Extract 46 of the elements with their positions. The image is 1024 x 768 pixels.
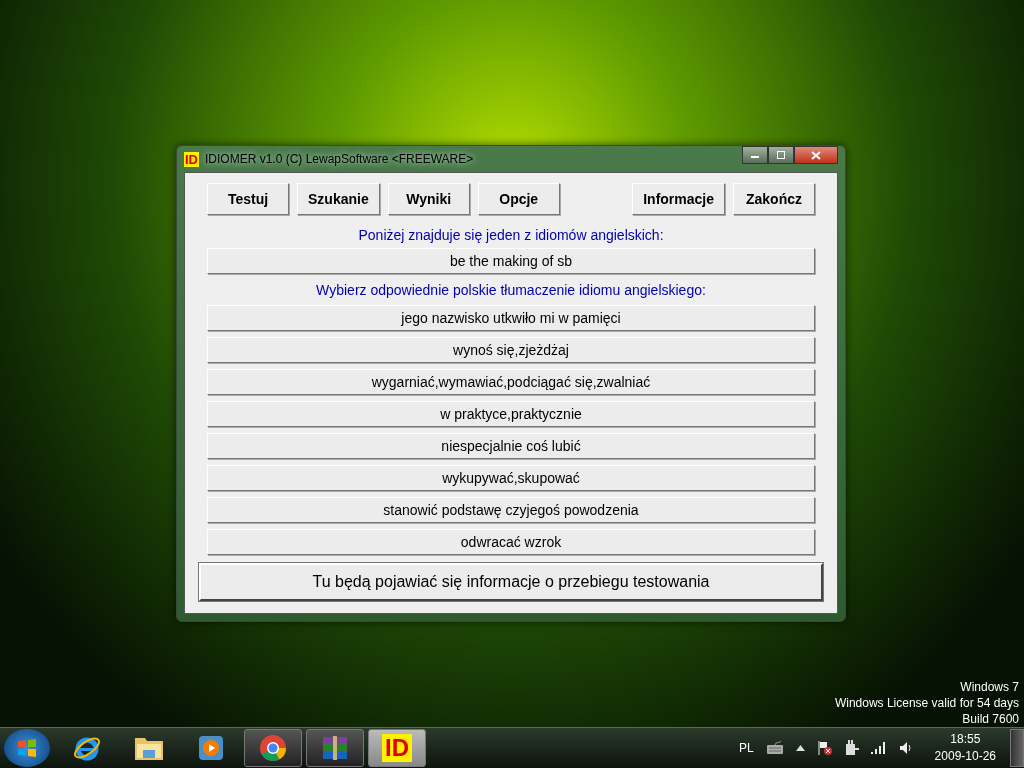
maximize-button[interactable] — [768, 146, 794, 164]
desktop-notice-text: Build 7600 — [962, 711, 1019, 727]
toolbar-button[interactable]: Szukanie — [297, 183, 380, 215]
books-stack-icon — [321, 735, 349, 761]
signal-bars-icon[interactable] — [870, 742, 887, 754]
taskbar-app-button[interactable]: ID — [368, 729, 426, 767]
close-icon — [811, 150, 821, 160]
status-button[interactable]: Tu będą pojawiać się informacje o przebiegu testowania — [199, 563, 823, 601]
language-indicator[interactable]: PL — [738, 741, 754, 755]
show-hidden-icons-icon[interactable] — [795, 745, 805, 751]
play-icon — [198, 735, 224, 761]
idiom-text: be the making of sb — [207, 248, 815, 274]
windows-logo-icon — [16, 737, 38, 759]
toolbar-button[interactable]: Wyniki — [387, 183, 470, 215]
window-title: IDIOMER v1.0 (C) LewapSoftware <FREEWARE> — [205, 152, 475, 166]
taskbar-app-button[interactable] — [306, 729, 364, 767]
app-icon: ID — [382, 734, 412, 762]
close-button[interactable] — [794, 146, 838, 164]
show-desktop-button[interactable] — [1010, 729, 1024, 767]
desktop-notice-text: Windows License valid for 54 days — [834, 695, 1019, 711]
clock[interactable]: 18:55 2009-10-26 — [928, 730, 1002, 766]
toolbar-button[interactable]: Zakończ — [733, 183, 815, 215]
answer-button[interactable]: niespecjalnie coś lubić — [207, 433, 815, 459]
keyboard-icon[interactable] — [765, 741, 784, 755]
toolbar-button[interactable]: Informacje — [632, 183, 725, 215]
power-plug-icon[interactable] — [844, 740, 859, 756]
speaker-icon[interactable] — [898, 741, 913, 755]
answer-button[interactable]: wynoś się,zjeżdżaj — [207, 337, 815, 363]
maximize-icon — [776, 151, 786, 159]
answer-button[interactable]: w praktyce,praktycznie — [207, 401, 815, 427]
browser-circle-icon — [259, 734, 287, 762]
answer-button[interactable]: jego nazwisko utkwiło mi w pamięci — [207, 305, 815, 331]
toolbar-button[interactable]: Testuj — [207, 183, 289, 215]
flag-icon[interactable] — [816, 740, 833, 756]
minimize-button[interactable] — [742, 146, 768, 164]
taskbar-app-button[interactable] — [244, 729, 302, 767]
start-button[interactable] — [4, 729, 50, 767]
answer-button[interactable]: odwracać wzrok — [207, 529, 815, 555]
app-icon: ID — [184, 151, 199, 167]
answer-button[interactable]: wygarniać,wymawiać,podciągać się,zwalniać — [207, 369, 815, 395]
answer-button[interactable]: stanowić podstawę czyjegoś powodzenia — [207, 497, 815, 523]
answer-button[interactable]: wykupywać,skupować — [207, 465, 815, 491]
desktop-notice-text: Windows 7 — [960, 679, 1019, 695]
toolbar-button[interactable]: Opcje — [477, 183, 560, 215]
prompt-text: Poniżej znajduje się jeden z idiomów angielskich: — [357, 227, 665, 243]
question-text: Wybierz odpowiednie polskie tłumaczenie idiomu angielskiego: — [315, 282, 707, 298]
